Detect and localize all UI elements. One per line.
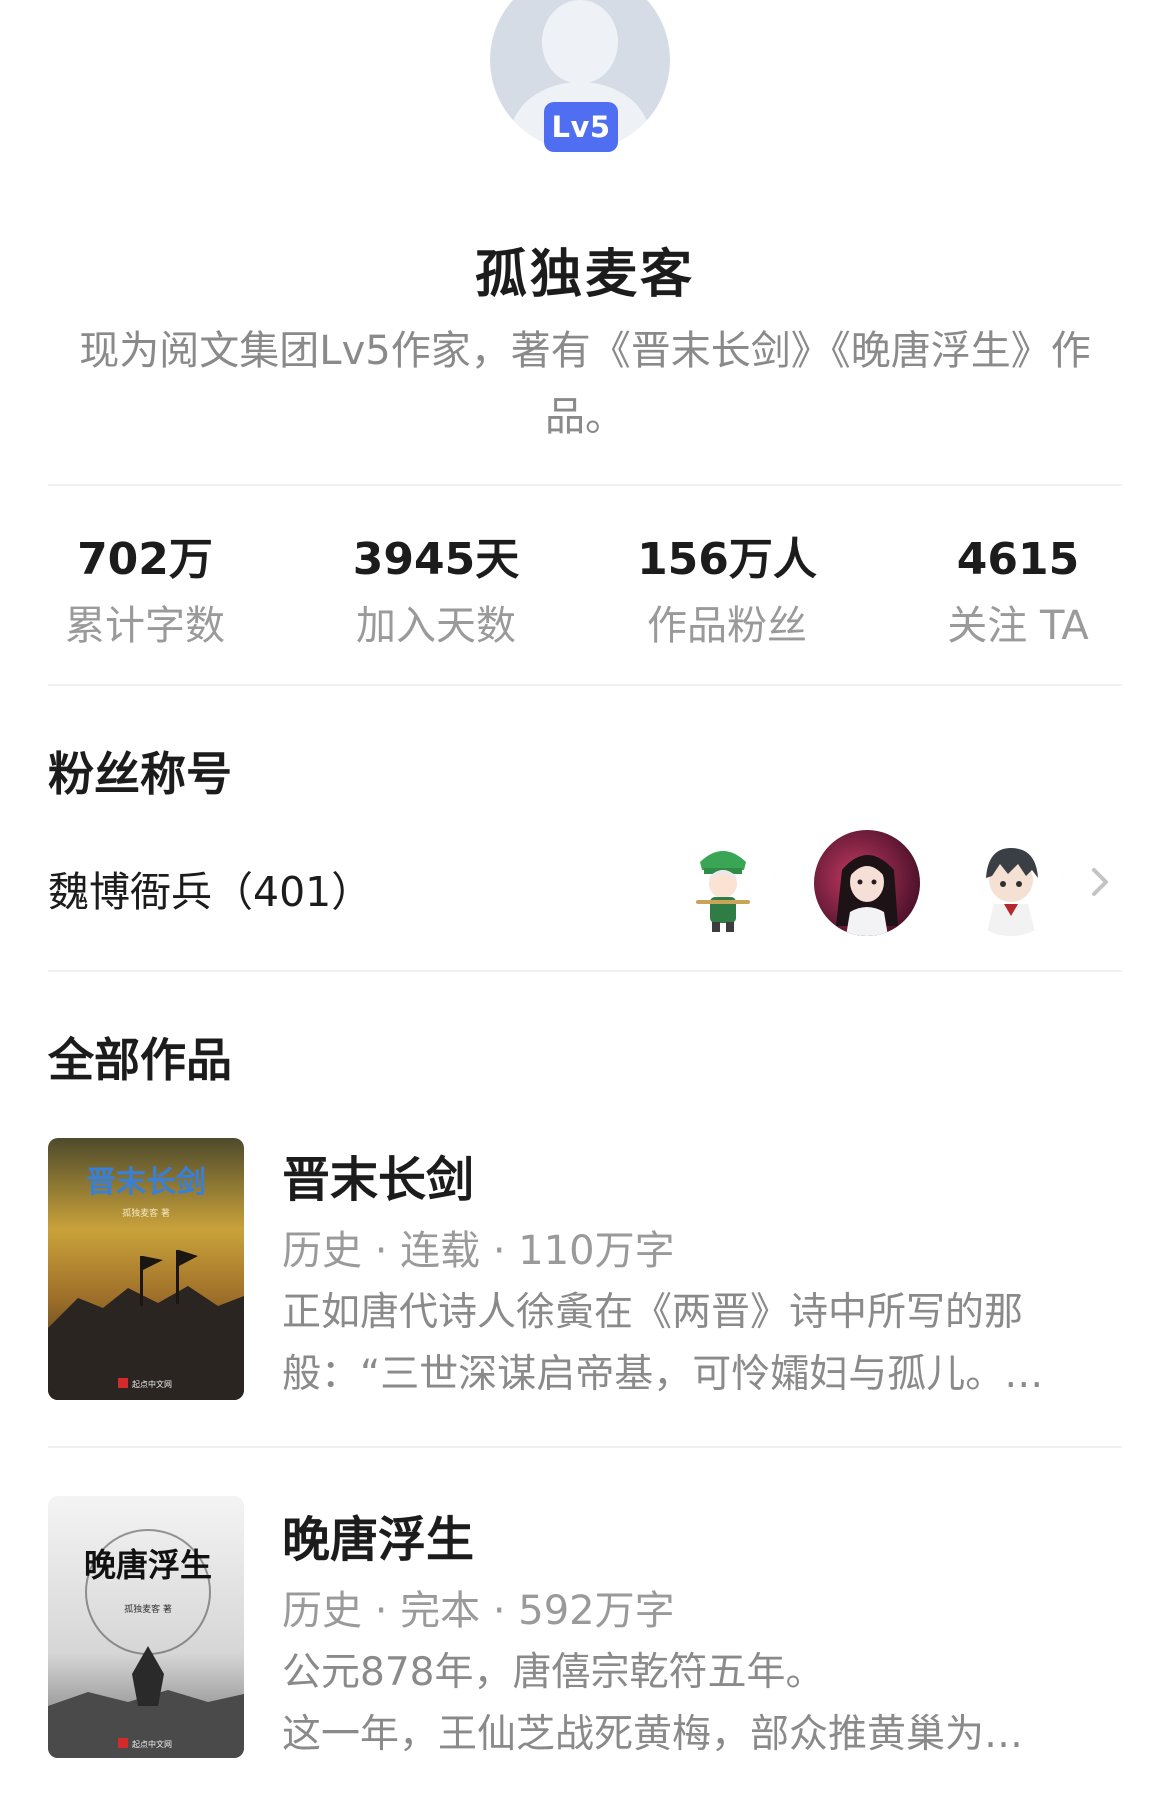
- fan-avatar: [670, 830, 776, 936]
- stat-fans[interactable]: 156万人 作品粉丝: [582, 532, 872, 652]
- divider: [48, 1446, 1122, 1448]
- fan-avatar: [958, 830, 1064, 936]
- author-bio: 现为阅文集团Lv5作家，著有《晋末长剑》《晚唐浮生》作品。: [79, 328, 1091, 440]
- stat-value: 156万人: [637, 534, 817, 585]
- fan-title-label: 魏博衙兵（401）: [48, 868, 373, 916]
- book-description-line: 这一年，王仙芝战死黄梅，部众推黄巢为…: [282, 1712, 1024, 1757]
- cover-title-text: 晋末长剑: [86, 1165, 206, 1200]
- book-title: 晚唐浮生: [282, 1512, 475, 1568]
- book-title: 晋末长剑: [282, 1152, 475, 1208]
- cover-author-text: 孤独麦客 著: [122, 1207, 170, 1219]
- cover-publisher-text: 起点中文网: [132, 1379, 172, 1389]
- fan-title-section-heading: 粉丝称号: [48, 747, 232, 801]
- stat-value: 702万: [77, 534, 213, 585]
- book-description-line: 正如唐代诗人徐夤在《两晋》诗中所写的那: [282, 1290, 1024, 1335]
- book-description: 公元878年，唐僖宗乾符五年。 这一年，王仙芝战死黄梅，部众推黄巢为…: [282, 1642, 1122, 1766]
- stat-value: 4615: [956, 534, 1080, 585]
- book-cover: 晋末长剑 孤独麦客 著 起点中文网: [48, 1138, 244, 1400]
- stat-days-joined: 3945天 加入天数: [291, 532, 581, 652]
- book-description-line: 般：“三世深谋启帝基，可怜孀妇与孤儿。…: [282, 1352, 1044, 1397]
- author-name: 孤独麦客: [474, 245, 695, 305]
- divider: [48, 970, 1122, 972]
- book-description-line: 公元878年，唐僖宗乾符五年。: [282, 1650, 825, 1695]
- divider: [48, 484, 1122, 486]
- stat-label: 累计字数: [65, 603, 225, 649]
- book-cover: 晚唐浮生 孤独麦客 著 起点中文网: [48, 1496, 244, 1758]
- fan-avatar: [814, 830, 920, 936]
- stat-total-words: 702万 累计字数: [0, 532, 290, 652]
- book-description: 正如唐代诗人徐夤在《两晋》诗中所写的那 般：“三世深谋启帝基，可怜孀妇与孤儿。…: [282, 1282, 1122, 1406]
- stat-following[interactable]: 4615 关注 TA: [873, 532, 1163, 652]
- stat-label: 关注 TA: [947, 603, 1089, 649]
- cover-publisher-text: 起点中文网: [132, 1739, 172, 1749]
- book-meta: 历史 · 连载 · 110万字: [282, 1228, 675, 1274]
- level-badge: Lv5: [544, 102, 618, 152]
- works-section-heading: 全部作品: [48, 1033, 232, 1087]
- stat-label: 加入天数: [356, 603, 516, 649]
- stat-label: 作品粉丝: [647, 603, 807, 649]
- cover-title-text: 晚唐浮生: [84, 1546, 212, 1584]
- divider: [48, 684, 1122, 686]
- cover-author-text: 孤独麦客 著: [124, 1603, 172, 1615]
- book-meta: 历史 · 完本 · 592万字: [282, 1588, 675, 1634]
- chevron-right-icon[interactable]: [1088, 862, 1114, 902]
- stat-value: 3945天: [352, 534, 520, 585]
